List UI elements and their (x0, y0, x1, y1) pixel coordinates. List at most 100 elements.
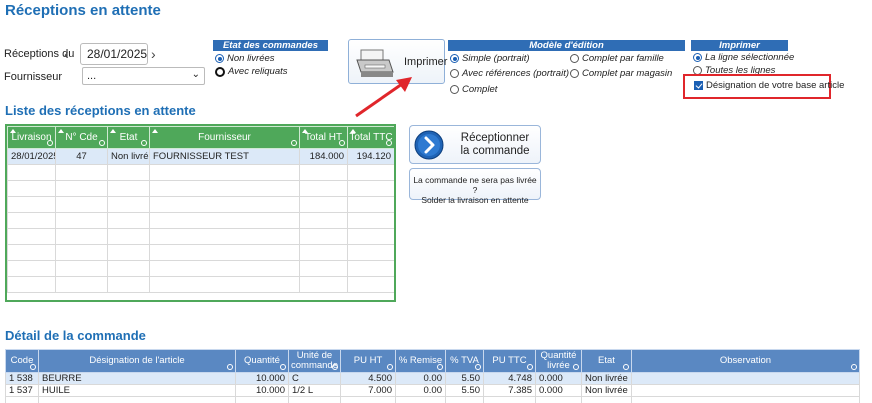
table-cell (107, 244, 150, 261)
table-cell: Non livrée (581, 372, 632, 385)
model-option-famille[interactable]: Complet par famille (570, 53, 664, 64)
table-row[interactable] (7, 276, 394, 293)
checkbox-checked-icon (694, 81, 703, 90)
sort-icon[interactable] (350, 129, 356, 133)
filter-search-icon[interactable] (30, 364, 36, 370)
table-cell: FOURNISSEUR TEST (149, 148, 300, 165)
supplier-select[interactable]: ... ⌄ (82, 67, 205, 85)
column-header[interactable]: Fournisseur (149, 126, 300, 149)
table-cell (7, 244, 56, 261)
column-header[interactable]: Code (5, 349, 39, 373)
filter-search-icon[interactable] (623, 364, 629, 370)
print-scope-selected-line[interactable]: La ligne sélectionnée (693, 52, 794, 63)
table-cell (7, 276, 56, 293)
table-cell (107, 180, 150, 197)
column-header[interactable]: Quantité livrée (535, 349, 582, 373)
table-cell (149, 164, 300, 181)
table-cell (107, 212, 150, 229)
order-state-option-avec-reliquats[interactable]: Avec reliquats (215, 66, 288, 77)
chevron-down-icon: ⌄ (191, 69, 200, 80)
table-cell (107, 260, 150, 277)
receptions-table[interactable]: Livraison N° Cde Etat Fournisseur Total HT To… (5, 124, 396, 302)
table-cell (55, 228, 108, 245)
supplier-value: ... (87, 70, 97, 82)
detail-table[interactable]: Code Désignation de l'article Quantité Unit… (5, 349, 861, 403)
column-header[interactable]: Etat (107, 126, 150, 149)
table-cell (483, 396, 536, 403)
filter-search-icon[interactable] (227, 364, 233, 370)
sort-icon[interactable] (58, 129, 64, 133)
receive-order-button[interactable]: Réceptionner la commande (409, 125, 541, 164)
filter-search-icon[interactable] (386, 140, 392, 146)
column-header[interactable]: N° Cde (55, 126, 108, 149)
model-option-simple[interactable]: Simple (portrait) (450, 53, 530, 64)
filter-search-icon[interactable] (99, 140, 105, 146)
option-label: Complet par magasin (582, 68, 673, 79)
filter-search-icon[interactable] (475, 364, 481, 370)
table-cell (299, 244, 348, 261)
column-header[interactable]: % Remise (395, 349, 446, 373)
filter-search-icon[interactable] (332, 364, 338, 370)
column-header[interactable]: Observation (631, 349, 860, 373)
table-row[interactable] (7, 228, 394, 245)
table-row[interactable] (7, 260, 394, 277)
sort-icon[interactable] (152, 129, 158, 133)
table-cell: 28/01/2025 (7, 148, 56, 165)
sort-icon[interactable] (302, 129, 308, 133)
filter-search-icon[interactable] (291, 140, 297, 146)
table-row[interactable] (7, 196, 394, 213)
next-date-icon[interactable]: › (151, 46, 156, 62)
table-cell (445, 396, 484, 403)
table-cell (395, 396, 446, 403)
table-cell (149, 244, 300, 261)
table-cell: 184.000 (299, 148, 348, 165)
filter-search-icon[interactable] (851, 364, 857, 370)
sort-icon[interactable] (110, 129, 116, 133)
column-header[interactable]: PU HT (340, 349, 396, 373)
model-option-references[interactable]: Avec références (portrait) (450, 68, 569, 79)
column-header[interactable]: Quantité (235, 349, 289, 373)
filter-search-icon[interactable] (47, 140, 53, 146)
model-option-magasin[interactable]: Complet par magasin (570, 68, 672, 79)
filter-search-icon[interactable] (527, 364, 533, 370)
column-header[interactable]: Livraison (7, 126, 56, 149)
table-row[interactable] (7, 164, 394, 181)
filter-search-icon[interactable] (141, 140, 147, 146)
table-row[interactable]: 1 537 HUILE 10.000 1/2 L 7.000 0.00 5.50 7.385 0… (5, 384, 860, 397)
table-row[interactable] (5, 396, 860, 403)
table-cell (107, 228, 150, 245)
filter-search-icon[interactable] (339, 140, 345, 146)
filter-search-icon[interactable] (387, 364, 393, 370)
table-cell (55, 212, 108, 229)
table-cell (631, 396, 860, 403)
model-option-complet[interactable]: Complet (450, 84, 497, 95)
table-cell: Non livré (107, 148, 150, 165)
date-field[interactable]: 28/01/2025 (80, 43, 148, 65)
table-cell (7, 228, 56, 245)
settle-delivery-button[interactable]: La commande ne sera pas livrée ? Solder … (409, 168, 541, 205)
filter-search-icon[interactable] (280, 364, 286, 370)
table-row[interactable] (7, 212, 394, 229)
sort-icon[interactable] (10, 129, 16, 133)
filter-search-icon[interactable] (573, 364, 579, 370)
table-row[interactable] (7, 244, 394, 261)
table-row[interactable]: 28/01/2025 47 Non livré FOURNISSEUR TEST 184… (7, 148, 394, 165)
column-header[interactable]: Unité de commande (288, 349, 341, 373)
order-state-option-non-livrees[interactable]: Non livrées (215, 53, 275, 64)
column-header[interactable]: Désignation de l'article (38, 349, 236, 373)
column-header[interactable]: PU TTC (483, 349, 536, 373)
prev-date-icon[interactable]: ‹ (64, 46, 69, 62)
table-cell (149, 212, 300, 229)
column-header[interactable]: Total HT (299, 126, 348, 149)
column-header[interactable]: % TVA (445, 349, 484, 373)
table-cell (631, 372, 860, 385)
table-cell: 0.000 (535, 372, 582, 385)
column-header[interactable]: Total TTC (347, 126, 394, 149)
table-row[interactable]: 1 538 BEURRE 10.000 C 4.500 0.00 5.50 4.748 0.00… (5, 372, 860, 385)
table-cell (107, 196, 150, 213)
designation-checkbox[interactable]: Désignation de votre base article (694, 80, 844, 91)
radio-icon (215, 66, 225, 77)
table-row[interactable] (7, 180, 394, 197)
column-header[interactable]: Etat (581, 349, 632, 373)
filter-search-icon[interactable] (437, 364, 443, 370)
